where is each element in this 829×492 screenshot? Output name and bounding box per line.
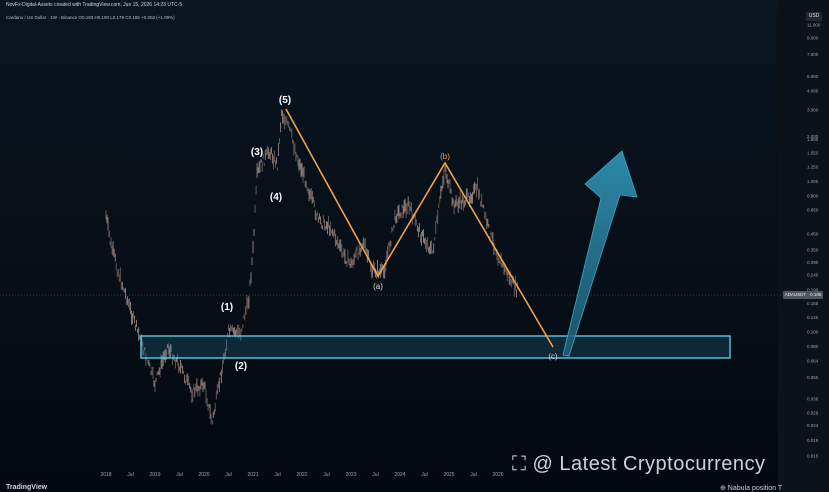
x-tick-label: Jul [127, 472, 133, 478]
elliott-wave-label: (3) [251, 147, 263, 158]
chart-header-title: NovFx-Digital-Assets created with Tradin… [6, 2, 183, 8]
x-tick-label: 2021 [247, 472, 258, 478]
x-tick-label: Jul [225, 472, 231, 478]
y-tick-label: 9.000 [807, 36, 819, 41]
y-tick-label: 4.000 [807, 89, 819, 94]
y-tick-label: 0.800 [807, 194, 819, 199]
y-tick-label: 1.250 [807, 165, 819, 170]
y-tick-label: 0.155 [807, 301, 819, 306]
y-tick-label: 0.029 [807, 410, 819, 415]
x-tick-label: 2022 [296, 472, 307, 478]
x-tick-label: Jul [421, 472, 427, 478]
x-tick-label: Jul [372, 472, 378, 478]
x-tick-label: 2026 [492, 472, 503, 478]
y-tick-label: 0.450 [807, 231, 819, 236]
x-tick-label: 2020 [198, 472, 209, 478]
correction-wave-label: (b) [440, 152, 450, 161]
y-tick-label: 0.064 [807, 359, 819, 364]
price-chart[interactable]: 11.0009.0007.0005.0004.0003.0002.0001.90… [0, 0, 829, 492]
y-tick-label: 1.550 [807, 151, 819, 156]
y-tick-label: 0.650 [807, 207, 819, 212]
y-tick-label: 1.000 [807, 179, 819, 184]
price-axis-panel [778, 0, 829, 492]
support-zone [140, 335, 731, 359]
watermark: ⛶ @ Latest Cryptocurrency [512, 453, 766, 475]
x-tick-label: Jul [274, 472, 280, 478]
y-tick-label: 0.125 [807, 315, 819, 320]
current-price-tag: ADAUSDT · 0.185 [783, 291, 823, 299]
x-tick-label: 2018 [100, 472, 111, 478]
y-tick-label: 0.240 [807, 272, 819, 277]
y-tick-label: 0.080 [807, 344, 819, 349]
elliott-wave-label: (1) [221, 302, 233, 313]
symbol-info: Cardano / US Dollar · 1W · Binance O0.18… [6, 15, 175, 20]
y-tick-label: 0.100 [807, 330, 819, 335]
y-tick-label: 11.000 [807, 23, 821, 28]
x-tick-label: 2025 [443, 472, 454, 478]
y-tick-label: 0.350 [807, 248, 819, 253]
y-tick-label: 0.024 [807, 423, 819, 428]
y-tick-label: 7.000 [807, 52, 819, 57]
x-tick-label: 2024 [394, 472, 405, 478]
y-tick-label: 0.050 [807, 375, 819, 380]
elliott-wave-label: (2) [235, 361, 247, 372]
position-indicator: ⊕ Nabula position T [720, 485, 783, 492]
x-tick-label: 2019 [149, 472, 160, 478]
currency-badge[interactable]: USD [806, 12, 822, 21]
y-tick-label: 0.015 [807, 454, 819, 459]
chart-background [0, 0, 829, 492]
y-tick-label: 0.290 [807, 260, 819, 265]
x-tick-label: Jul [323, 472, 329, 478]
y-tick-label: 0.019 [807, 438, 819, 443]
y-tick-label: 0.036 [807, 396, 819, 401]
elliott-wave-label: (4) [270, 192, 282, 203]
x-tick-label: 2023 [345, 472, 356, 478]
y-tick-label: 3.000 [807, 107, 819, 112]
correction-wave-label: (a) [373, 282, 383, 291]
tradingview-logo[interactable]: TradingView [6, 484, 47, 491]
correction-wave-label: (c) [548, 352, 558, 361]
y-tick-label: 5.000 [807, 74, 819, 79]
x-tick-label: Jul [176, 472, 182, 478]
y-tick-label: 1.900 [807, 137, 819, 142]
x-tick-label: Jul [470, 472, 476, 478]
elliott-wave-label: (5) [279, 95, 291, 106]
